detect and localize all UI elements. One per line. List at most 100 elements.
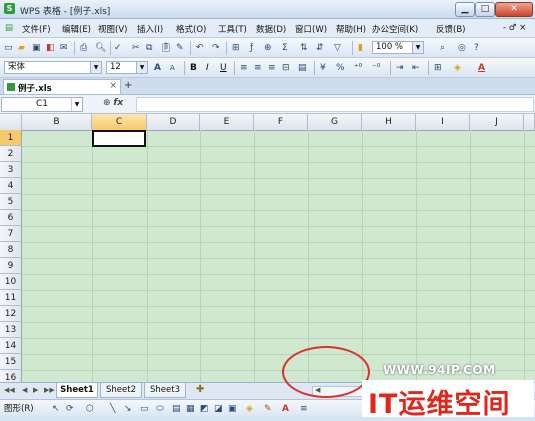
row-header[interactable]: 6 (0, 210, 22, 226)
mail-icon[interactable]: ✉ (60, 42, 68, 54)
row-header[interactable]: 5 (0, 194, 22, 210)
column-header[interactable]: G (308, 114, 362, 130)
menu-insert[interactable]: 插入(I) (137, 23, 163, 35)
chevron-down-icon[interactable]: ▼ (412, 42, 423, 53)
arrow-icon[interactable]: ↘ (124, 403, 132, 415)
print-preview-icon[interactable]: 🔍︎ (95, 42, 106, 54)
align-left-icon[interactable]: ≡ (240, 62, 248, 74)
column-header[interactable]: D (147, 114, 200, 130)
column-header[interactable]: I (416, 114, 470, 130)
autofilter-icon[interactable]: ▽ (334, 42, 341, 54)
row-header[interactable]: 2 (0, 146, 22, 162)
row-header[interactable]: 7 (0, 226, 22, 242)
textbox-icon[interactable]: ▤ (172, 403, 181, 415)
diagram-icon[interactable]: ◩ (200, 403, 209, 415)
column-header[interactable]: F (254, 114, 308, 130)
indent-icon[interactable]: ⇥ (396, 62, 404, 74)
menu-tools[interactable]: 工具(T) (218, 23, 247, 35)
copy-icon[interactable]: ⧉ (146, 42, 152, 54)
row-header[interactable]: 13 (0, 322, 22, 338)
row-header[interactable]: 4 (0, 178, 22, 194)
spreadsheet-grid[interactable]: B C D E F G H I J 1 2 3 4 5 6 7 8 9 10 1… (0, 114, 535, 382)
next-sheet-icon[interactable]: ▶ (33, 386, 38, 394)
new-document-icon[interactable]: ▭ (4, 42, 13, 54)
function-icon[interactable]: ƒ (250, 42, 253, 54)
spellcheck-icon[interactable]: ✓ (114, 42, 122, 54)
borders-icon[interactable]: ⊞ (434, 62, 442, 74)
save-icon[interactable]: ▣ (32, 42, 41, 54)
column-header[interactable]: H (362, 114, 416, 130)
column-header-selected[interactable]: C (92, 114, 147, 130)
rectangle-icon[interactable]: ▭ (140, 403, 149, 415)
prev-sheet-icon[interactable]: ◀ (22, 386, 27, 394)
font-shrink-button[interactable]: A (170, 62, 175, 74)
drawing-toolbar-icon[interactable]: ◎ (458, 42, 466, 54)
zoom-formula-icon[interactable]: ⊕ (103, 98, 111, 108)
autosum-icon[interactable]: Σ (282, 42, 288, 54)
row-header[interactable]: 3 (0, 162, 22, 178)
line-color-icon[interactable]: ✎ (264, 403, 272, 415)
close-tab-icon[interactable]: × (109, 81, 117, 91)
formula-input[interactable] (136, 97, 534, 112)
row-header[interactable]: 9 (0, 258, 22, 274)
active-cell[interactable] (92, 130, 146, 147)
rotate-icon[interactable]: ⟳ (66, 403, 74, 415)
minimize-button[interactable]: ▁ (455, 2, 475, 17)
menu-office-space[interactable]: 办公空间(K) (372, 23, 418, 35)
sheet-tab-3[interactable]: Sheet3 (144, 383, 186, 398)
row-header[interactable]: 16 (0, 370, 22, 382)
row-header[interactable]: 11 (0, 290, 22, 306)
fill-bucket-icon[interactable]: ◈ (246, 403, 253, 415)
print-icon[interactable]: ⎙ (80, 42, 87, 54)
insert-row-icon[interactable]: ⊞ (232, 42, 240, 54)
clipart-icon[interactable]: ◪ (214, 403, 223, 415)
sort-descending-icon[interactable]: ⇵ (316, 42, 324, 54)
align-right-icon[interactable]: ≡ (268, 62, 276, 74)
menu-feedback[interactable]: 反馈(B) (436, 23, 465, 35)
chevron-down-icon[interactable]: ▼ (71, 98, 82, 111)
picture-icon[interactable]: ▣ (228, 403, 237, 415)
chart-icon[interactable]: ▮ (358, 42, 363, 54)
open-folder-icon[interactable]: ▰ (18, 42, 25, 54)
row-header[interactable]: 12 (0, 306, 22, 322)
decrease-decimal-icon[interactable]: ⁻⁰ (372, 62, 380, 74)
name-box[interactable]: C1 ▼ (1, 97, 83, 112)
underline-button[interactable]: U (220, 62, 227, 74)
italic-button[interactable]: I (206, 62, 209, 74)
chevron-down-icon[interactable]: ▼ (136, 62, 147, 73)
last-sheet-icon[interactable]: ▶▶ (44, 386, 55, 394)
find-icon[interactable]: ⌕ (440, 42, 445, 54)
menu-app-icon[interactable]: ▤ (5, 23, 13, 33)
mdi-controls[interactable]: - ♂ × (503, 23, 526, 33)
chevron-down-icon[interactable]: ▼ (90, 62, 101, 73)
bold-button[interactable]: B (190, 62, 197, 74)
row-header[interactable]: 14 (0, 338, 22, 354)
maximize-button[interactable]: □ (475, 2, 495, 17)
row-header[interactable]: 15 (0, 354, 22, 370)
help-icon[interactable]: ? (474, 42, 479, 54)
select-pointer-icon[interactable]: ↖ (52, 403, 60, 415)
font-size-select[interactable]: 12 ▼ (106, 61, 148, 74)
menu-edit[interactable]: 编辑(E) (62, 23, 91, 35)
new-tab-button[interactable]: + (124, 80, 132, 91)
row-header[interactable]: 10 (0, 274, 22, 290)
align-center-icon[interactable]: ≡ (254, 62, 262, 74)
fill-color-icon[interactable]: ◈ (454, 62, 461, 74)
menu-window[interactable]: 窗口(W) (295, 23, 327, 35)
document-tab[interactable]: 例子.xls × (3, 79, 121, 94)
percent-button[interactable]: % (336, 62, 345, 74)
merge-center-icon[interactable]: ⊟ (282, 62, 290, 74)
font-name-select[interactable]: 宋体 ▼ (4, 61, 102, 74)
font-color-button[interactable]: A (478, 62, 485, 74)
close-button[interactable]: ✕ (495, 2, 533, 17)
row-header[interactable]: 8 (0, 242, 22, 258)
menu-data[interactable]: 数据(D) (256, 23, 286, 35)
sheet-tab-1[interactable]: Sheet1 (56, 383, 98, 398)
first-sheet-icon[interactable]: ◀◀ (4, 386, 15, 394)
zoom-select[interactable]: 100 % ▼ (372, 41, 424, 54)
export-pdf-icon[interactable]: ◧ (46, 42, 55, 54)
column-header[interactable]: E (200, 114, 254, 130)
wordart-icon[interactable]: ▦ (186, 403, 195, 415)
line-style-icon[interactable]: ≡ (300, 403, 308, 415)
column-header[interactable]: B (22, 114, 92, 130)
